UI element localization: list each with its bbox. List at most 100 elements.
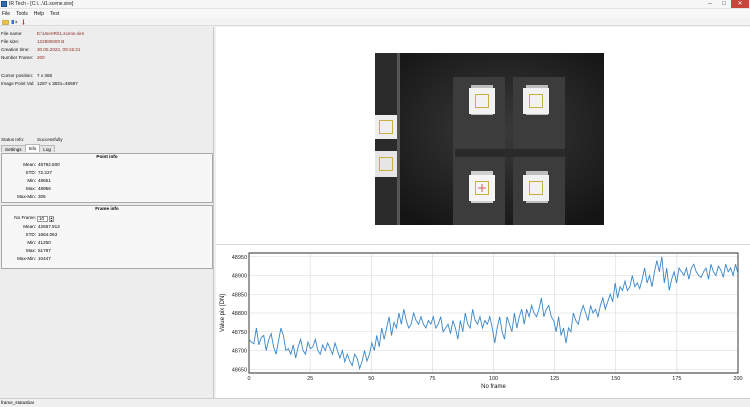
menu-test[interactable]: Test (50, 11, 59, 17)
x-tick-label: 125 (550, 376, 559, 382)
status-info-label: Status Info: (1, 137, 25, 142)
point-maxmin-row: Max-Min: 305 (2, 194, 46, 199)
roi-marker-5[interactable] (379, 120, 393, 134)
maximize-icon[interactable]: □ (717, 0, 731, 8)
tab-settings[interactable]: Settings (1, 145, 26, 152)
frame-max-value: 51787 (38, 248, 51, 253)
point-mean-label: Mean: (23, 162, 36, 167)
point-min-row: Min: 48651 (2, 178, 51, 183)
y-tick-label: 48650 (232, 367, 247, 373)
creation-time-label: Creation time: (1, 47, 30, 52)
status-bar: frame_statusbar (0, 398, 750, 407)
number-frame-row: Number Frame: 200 (1, 55, 45, 60)
tab-log[interactable]: Log (39, 145, 55, 152)
y-tick-label: 48850 (232, 292, 247, 298)
image-point-value: 1287 x 3831=48697 (37, 81, 78, 86)
point-maxmin-label: Max-Min: (17, 194, 36, 199)
y-axis-label: Value pix [DN] (220, 294, 226, 332)
close-icon[interactable]: ✕ (731, 0, 749, 8)
no-frame-stepper[interactable]: ▲ ▼ (49, 216, 54, 223)
status-info-value: Successfully (37, 137, 63, 142)
x-tick-label: 200 (733, 376, 742, 382)
info-panel: File name: E:\UserIR\t1.scene.sire File s… (0, 27, 214, 399)
point-std-label: STD: (25, 170, 36, 175)
y-tick-label: 48750 (232, 330, 247, 336)
file-size-label: File size: (1, 39, 20, 44)
frame-mean-row: Mean: 42667.913 (2, 224, 60, 229)
open-folder-icon[interactable] (2, 19, 9, 25)
roi-marker-4[interactable] (529, 181, 543, 195)
thermal-image[interactable] (375, 53, 604, 225)
frame-std-row: STD: 1664.063 (2, 232, 58, 237)
x-axis-label: No frame (481, 384, 506, 390)
point-std-row: STD: 72.227 (2, 170, 53, 175)
frame-maxmin-row: Max-Min: 10447 (2, 256, 51, 261)
window-controls: – □ ✕ (703, 0, 749, 8)
point-max-label: Max: (26, 186, 36, 191)
toolbar (0, 18, 750, 26)
file-name-label: File name: (1, 31, 23, 36)
crosshair-icon[interactable] (478, 184, 486, 192)
no-frame-label: No Frame: (14, 215, 36, 220)
y-tick-label: 48900 (232, 274, 247, 280)
tab-info[interactable]: Info (24, 144, 41, 152)
pixel-value-plot[interactable]: 0 25 50 75 100 125 150 175 200 48650 48700 48750 48… (216, 245, 750, 395)
image-point-label: Image Point Val: (1, 81, 35, 86)
file-name-value: E:\UserIR\t1.scene.sire (37, 31, 85, 36)
creation-time-value: 30.05.2022, 09:15:21 (37, 47, 81, 52)
frame-max-row: Max: 51787 (2, 248, 51, 253)
point-min-value: 48651 (38, 178, 51, 183)
frame-mean-value: 42667.913 (38, 224, 60, 229)
x-tick-label: 75 (429, 376, 435, 382)
frame-max-label: Max: (26, 248, 36, 253)
point-mean-row: Mean: 48792.500 (2, 162, 60, 167)
no-frame-input[interactable]: 10 (37, 216, 48, 222)
point-std-value: 72.227 (38, 170, 53, 175)
creation-time-row: Creation time: 30.05.2022, 09:15:21 (1, 47, 80, 52)
x-tick-labels: 0 25 50 75 100 125 150 175 200 (247, 376, 742, 382)
point-min-label: Min: (27, 178, 36, 183)
frame-std-value: 1664.063 (38, 232, 58, 237)
menu-tools[interactable]: Tools (16, 11, 28, 17)
file-size-row: File size: 122880000 B (1, 39, 64, 44)
x-tick-label: 175 (672, 376, 681, 382)
point-info-title: Point info (96, 154, 118, 159)
point-max-value: 48956 (38, 186, 51, 191)
point-maxmin-value: 305 (38, 194, 46, 199)
cursor-position-label: Cursor position: (1, 73, 34, 78)
roi-marker-2[interactable] (529, 94, 543, 108)
point-max-row: Max: 48956 (2, 186, 51, 191)
frame-mean-label: Mean: (23, 224, 36, 229)
minimize-icon[interactable]: – (703, 0, 717, 8)
x-tick-label: 100 (489, 376, 498, 382)
menu-file[interactable]: File (2, 11, 10, 17)
menu-help[interactable]: Help (34, 11, 44, 17)
frame-info-title: Frame info (95, 206, 119, 211)
frame-min-row: Min: 41250 (2, 240, 51, 245)
file-name-row: File name: E:\UserIR\t1.scene.sire (1, 31, 84, 36)
no-frame-row: No Frame: (2, 215, 38, 220)
frame-min-value: 41250 (38, 240, 51, 245)
menu-bar: File Tools Help Test (0, 9, 750, 18)
frame-maxmin-label: Max-Min: (17, 256, 36, 261)
frame-min-label: Min: (27, 240, 36, 245)
frame-info-box: Frame info No Frame: Mean: 42667.913 STD:… (1, 205, 213, 269)
image-point-row: Image Point Val: 1287 x 3831=48697 (1, 81, 78, 86)
x-tick-label: 25 (307, 376, 313, 382)
plot-grid (248, 252, 739, 374)
status-info-row: Status Info: Successfully (1, 137, 63, 142)
roi-marker-1[interactable] (475, 94, 489, 108)
frame-maxmin-value: 10447 (38, 256, 51, 261)
roi-marker-6[interactable] (379, 157, 393, 171)
cursor-position-value: 7 x 368 (37, 73, 53, 78)
temperature-probe-icon[interactable] (20, 19, 27, 25)
y-tick-label: 48950 (232, 255, 247, 261)
settings-icon[interactable] (11, 19, 18, 25)
title-bar: IR Tech - [C:\...\t1.scene.sire] – □ ✕ (0, 0, 750, 9)
y-tick-label: 48800 (232, 311, 247, 317)
number-frame-label: Number Frame: (1, 55, 34, 60)
info-tabs: Settings Info Log (1, 144, 55, 153)
x-tick-label: 0 (247, 376, 250, 382)
cursor-position-row: Cursor position: 7 x 368 (1, 73, 52, 78)
x-tick-label: 50 (368, 376, 374, 382)
